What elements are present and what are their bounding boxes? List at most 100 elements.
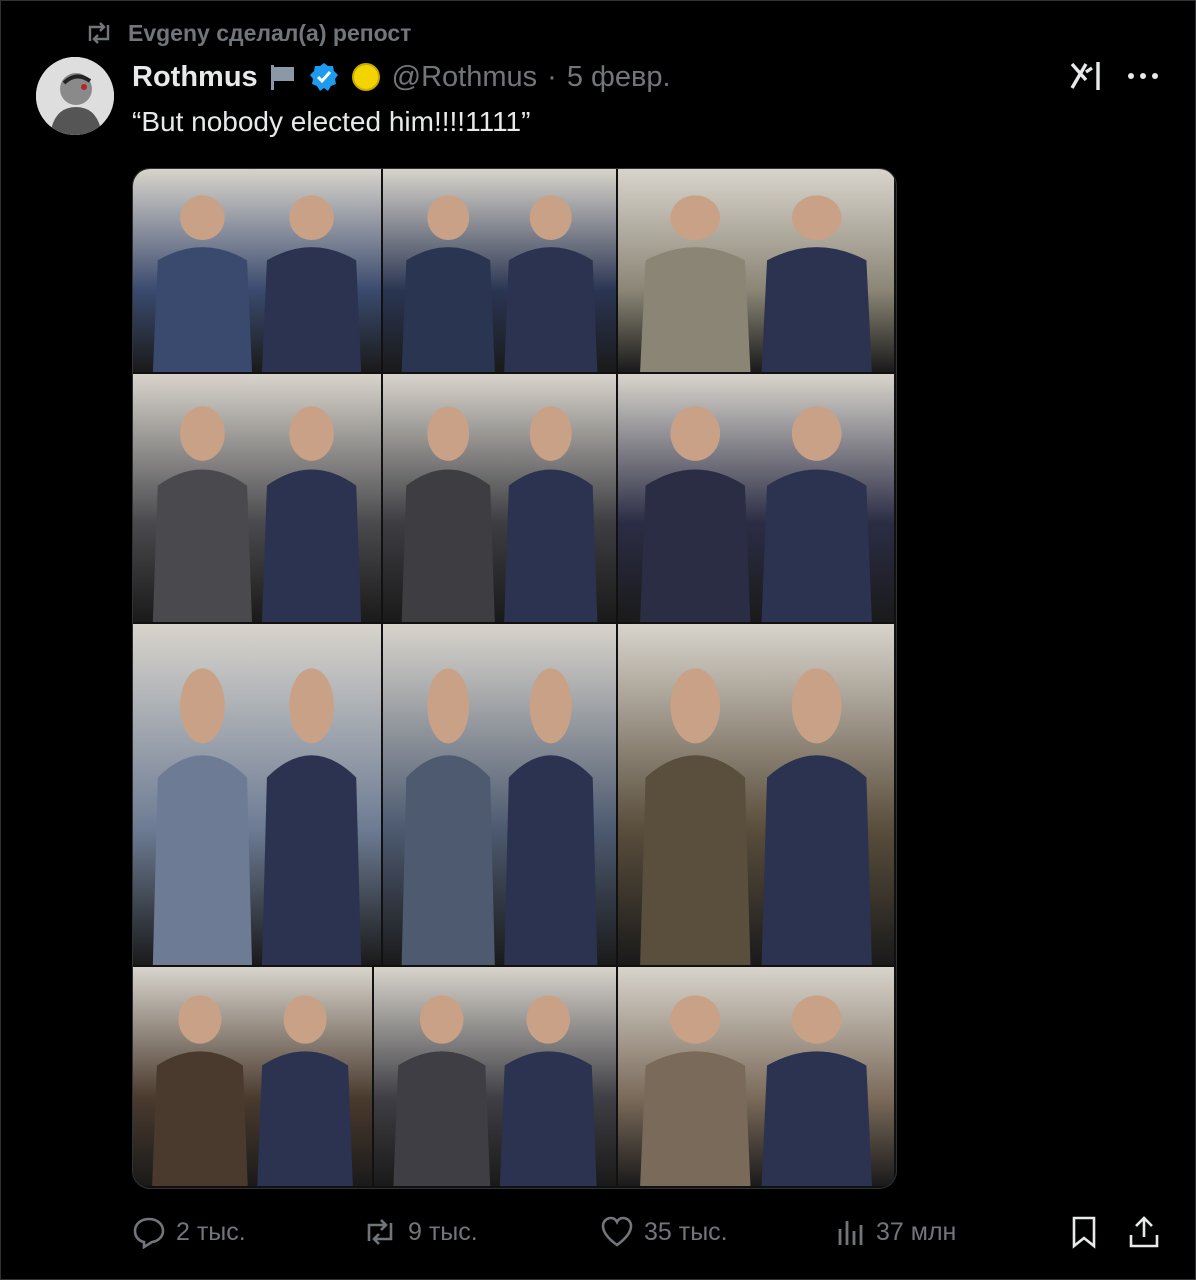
like-button[interactable]: 35 тыс. — [600, 1216, 728, 1248]
person-head — [289, 668, 334, 744]
more-options-icon[interactable] — [1126, 71, 1160, 81]
collage-photo[interactable] — [133, 169, 381, 372]
reply-button[interactable]: 2 тыс. — [132, 1215, 246, 1249]
photo-people-silhouette — [393, 995, 597, 1186]
person-head — [427, 406, 470, 461]
person-body — [152, 469, 253, 622]
share-icon[interactable] — [1128, 1215, 1160, 1249]
person-head — [791, 995, 842, 1044]
person-body — [640, 247, 751, 372]
post-media-collage[interactable] — [132, 168, 897, 1189]
collage-photo[interactable] — [383, 374, 616, 622]
person-head — [180, 406, 225, 461]
person-head — [670, 195, 721, 241]
photo-people-silhouette — [640, 406, 872, 622]
person-head — [289, 195, 334, 241]
person-body — [761, 1051, 872, 1186]
repost-action-icon — [367, 1219, 393, 1245]
view-count: 37 млн — [876, 1217, 957, 1246]
person-body — [261, 469, 362, 622]
views-chart-icon — [838, 1221, 863, 1245]
person-head — [529, 406, 572, 461]
photo-people-silhouette — [640, 995, 872, 1186]
person-head — [670, 406, 721, 461]
verified-badge-icon — [309, 63, 338, 91]
post-text: “But nobody elected him!!!!1111” — [132, 106, 531, 137]
person-body — [499, 1051, 597, 1186]
photo-people-silhouette — [401, 406, 598, 622]
person-body — [261, 755, 362, 965]
person-body — [401, 755, 495, 965]
collage-photo[interactable] — [133, 967, 372, 1186]
person-head — [670, 995, 721, 1044]
photo-people-silhouette — [152, 406, 362, 622]
person-head — [180, 668, 225, 744]
person-head — [419, 995, 464, 1044]
flag-icon — [270, 65, 294, 90]
reply-icon — [133, 1217, 165, 1249]
person-body — [504, 469, 598, 622]
avatar-illustration — [36, 57, 114, 135]
person-body — [152, 1051, 248, 1186]
collage-photo[interactable] — [618, 169, 894, 372]
avatar[interactable] — [36, 57, 114, 135]
collage-photo[interactable] — [618, 624, 894, 965]
heart-icon — [601, 1216, 633, 1247]
author-name[interactable]: Rothmus — [132, 61, 258, 94]
person-head — [791, 195, 842, 241]
views-button[interactable]: 37 млн — [836, 1217, 956, 1247]
repost-button[interactable]: 9 тыс. — [362, 1217, 478, 1247]
repost-count: 9 тыс. — [408, 1217, 478, 1246]
person-body — [401, 247, 495, 372]
collage-photo[interactable] — [618, 374, 894, 622]
person-head — [529, 195, 572, 241]
collage-photo[interactable] — [133, 624, 381, 965]
repost-icon — [88, 22, 110, 44]
person-head — [289, 406, 334, 461]
person-head — [791, 668, 842, 744]
person-head — [180, 195, 225, 241]
action-bar: 2 тыс. 9 тыс. 35 тыс. 37 млн — [132, 1206, 1162, 1258]
photo-people-silhouette — [640, 668, 872, 965]
collage-photo[interactable] — [383, 169, 616, 372]
author-handle[interactable]: @Rothmus — [392, 61, 537, 94]
person-head — [670, 668, 721, 744]
person-head — [427, 195, 470, 241]
like-count: 35 тыс. — [644, 1217, 728, 1246]
repost-text: Evgeny сделал(а) репост — [128, 19, 412, 46]
person-head — [283, 995, 327, 1044]
person-head — [427, 668, 470, 744]
reply-count: 2 тыс. — [176, 1217, 246, 1246]
person-head — [526, 995, 571, 1044]
person-head — [529, 668, 572, 744]
person-body — [761, 247, 872, 372]
post-date[interactable]: 5 февр. — [567, 61, 671, 94]
person-body — [261, 247, 362, 372]
collage-photo[interactable] — [374, 967, 616, 1186]
photo-people-silhouette — [152, 195, 362, 372]
bookmark-icon[interactable] — [1070, 1215, 1098, 1249]
grok-icon[interactable] — [1068, 58, 1104, 94]
photo-people-silhouette — [640, 195, 872, 372]
person-body — [393, 1051, 491, 1186]
person-body — [640, 755, 751, 965]
collage-photo[interactable] — [133, 374, 381, 622]
repost-indicator[interactable]: Evgeny сделал(а) репост — [84, 18, 411, 48]
collage-photo[interactable] — [618, 967, 894, 1186]
photo-people-silhouette — [152, 668, 362, 965]
person-head — [178, 995, 222, 1044]
person-body — [152, 247, 253, 372]
person-body — [761, 755, 872, 965]
yellow-circle-icon — [351, 63, 380, 91]
photo-people-silhouette — [401, 195, 598, 372]
photo-people-silhouette — [401, 668, 598, 965]
person-body — [257, 1051, 353, 1186]
person-body — [640, 1051, 751, 1186]
person-body — [401, 469, 495, 622]
photo-people-silhouette — [152, 995, 353, 1186]
person-body — [640, 469, 751, 622]
collage-photo[interactable] — [383, 624, 616, 965]
person-body — [504, 755, 598, 965]
person-body — [761, 469, 872, 622]
person-body — [504, 247, 598, 372]
